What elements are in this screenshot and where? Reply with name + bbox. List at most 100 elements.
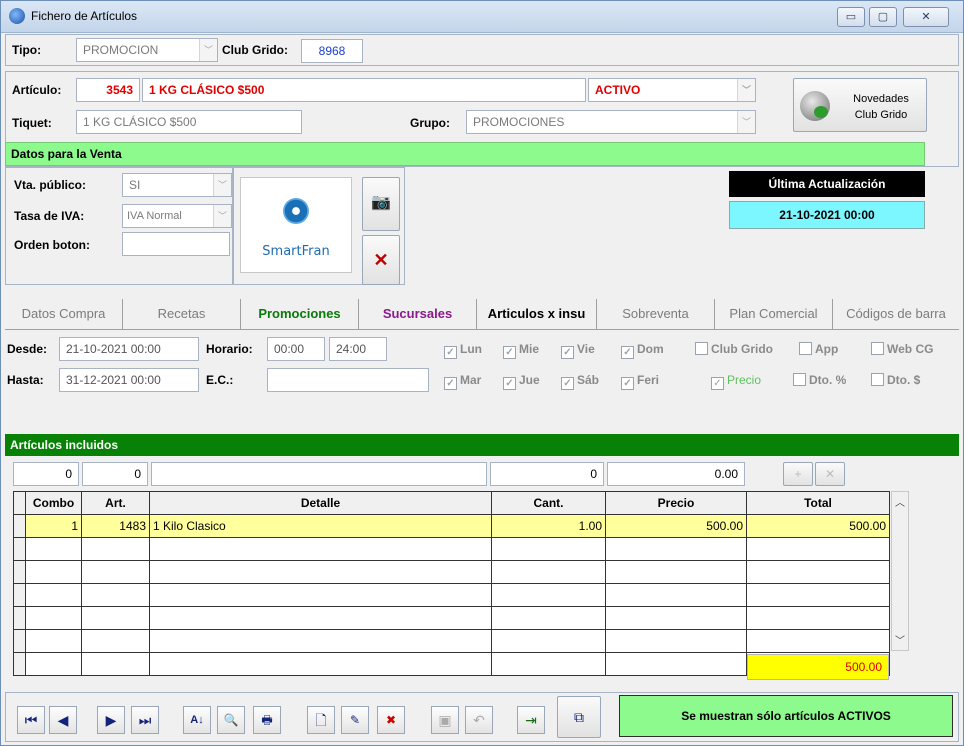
row-indicator[interactable]	[13, 606, 26, 630]
checkbox-club-grido[interactable]: Club Grido	[695, 342, 773, 356]
add-row-button[interactable]: +	[783, 462, 813, 486]
cell-precio[interactable]	[605, 652, 747, 676]
cell-precio[interactable]	[605, 629, 747, 653]
chevron-down-icon[interactable]: ﹀	[199, 39, 217, 61]
delete-image-button[interactable]: ✕	[362, 235, 400, 285]
column-header-total[interactable]: Total	[746, 491, 890, 515]
cell-detalle[interactable]	[149, 606, 492, 630]
cell-combo[interactable]: 1	[25, 514, 82, 538]
cell-combo[interactable]	[25, 629, 82, 653]
tab-sucursales[interactable]: Sucursales	[359, 299, 477, 329]
maximize-button[interactable]: ▢	[869, 7, 897, 27]
cell-cant[interactable]	[491, 583, 606, 607]
checkbox-mar[interactable]: ✓ Mar	[444, 373, 481, 390]
horario-to-field[interactable]: 24:00	[329, 337, 387, 361]
chevron-down-icon[interactable]: ﹀	[895, 632, 905, 647]
cell-cant[interactable]	[491, 537, 606, 561]
cell-art[interactable]	[81, 560, 150, 584]
chevron-down-icon[interactable]: ﹀	[737, 111, 755, 133]
tab-recetas[interactable]: Recetas	[123, 299, 241, 329]
status-select[interactable]: ACTIVO ﹀	[588, 78, 756, 102]
copy-button[interactable]: ⧉	[557, 696, 601, 738]
articulo-code-field[interactable]: 3543	[76, 78, 140, 102]
checkbox-dom[interactable]: ✓ Dom	[621, 342, 664, 359]
tiquet-field[interactable]: 1 KG CLÁSICO $500	[76, 110, 302, 134]
tipo-select[interactable]: PROMOCION ﹀	[76, 38, 218, 62]
chevron-down-icon[interactable]: ﹀	[737, 79, 755, 101]
cell-cant[interactable]	[491, 652, 606, 676]
row-indicator[interactable]	[13, 514, 26, 538]
entry-combo-field[interactable]: 0	[13, 462, 79, 486]
cell-cant[interactable]	[491, 560, 606, 584]
cell-combo[interactable]	[25, 652, 82, 676]
novedades-club-grido-button[interactable]: Novedades Club Grido	[793, 78, 927, 132]
cell-combo[interactable]	[25, 537, 82, 561]
exit-button[interactable]: ⇥	[517, 706, 545, 734]
entry-art-field[interactable]: 0	[82, 462, 148, 486]
cell-combo[interactable]	[25, 583, 82, 607]
cell-cant[interactable]	[491, 606, 606, 630]
tab-codigos-de-barra[interactable]: Códigos de barra	[833, 299, 959, 329]
orden-boton-field[interactable]	[122, 232, 230, 256]
delete-record-button[interactable]: ✖	[377, 706, 405, 734]
checkbox-mie[interactable]: ✓ Mie	[503, 342, 539, 359]
cell-art[interactable]	[81, 583, 150, 607]
desde-field[interactable]: 21-10-2021 00:00	[59, 337, 199, 361]
cell-art[interactable]	[81, 652, 150, 676]
edit-record-button[interactable]: ✎	[341, 706, 369, 734]
chevron-down-icon[interactable]: ﹀	[213, 205, 231, 227]
checkbox-dto-porcentaje[interactable]: Dto. %	[793, 373, 846, 387]
entry-cant-field[interactable]: 0	[490, 462, 604, 486]
cell-precio[interactable]	[605, 583, 747, 607]
vta-publico-select[interactable]: SI ﹀	[122, 173, 232, 197]
grupo-select[interactable]: PROMOCIONES ﹀	[466, 110, 756, 134]
cell-detalle[interactable]: 1 Kilo Clasico	[149, 514, 492, 538]
hasta-field[interactable]: 31-12-2021 00:00	[59, 368, 199, 392]
camera-button[interactable]: 📷	[362, 177, 400, 231]
row-indicator[interactable]	[13, 583, 26, 607]
cell-combo[interactable]	[25, 606, 82, 630]
cell-combo[interactable]	[25, 560, 82, 584]
cell-detalle[interactable]	[149, 629, 492, 653]
tab-sobreventa[interactable]: Sobreventa	[597, 299, 715, 329]
checkbox-sab[interactable]: ✓ Sáb	[561, 373, 599, 390]
column-header-cant[interactable]: Cant.	[491, 491, 606, 515]
row-indicator[interactable]	[13, 537, 26, 561]
table-row[interactable]	[13, 560, 890, 584]
search-button[interactable]: 🔍	[217, 706, 245, 734]
chevron-up-icon[interactable]: ︿	[895, 494, 905, 509]
sort-button[interactable]: A↓	[183, 706, 211, 734]
checkbox-jue[interactable]: ✓ Jue	[503, 373, 540, 390]
save-record-button[interactable]: ▣	[431, 706, 459, 734]
club-field[interactable]: 8968	[301, 39, 363, 63]
column-header-combo[interactable]: Combo	[25, 491, 82, 515]
active-filter-button[interactable]: Se muestran sólo artículos ACTIVOS	[619, 695, 953, 737]
row-indicator[interactable]	[13, 652, 26, 676]
cell-total[interactable]	[746, 629, 890, 653]
tab-datos-compra[interactable]: Datos Compra	[5, 299, 123, 329]
table-row[interactable]	[13, 583, 890, 607]
cell-total[interactable]	[746, 560, 890, 584]
column-header-precio[interactable]: Precio	[605, 491, 747, 515]
cell-precio[interactable]	[605, 537, 747, 561]
tab-promociones[interactable]: Promociones	[241, 299, 359, 329]
tab-articulos-x-insumo[interactable]: Articulos x insu	[477, 299, 597, 329]
entry-detalle-field[interactable]	[151, 462, 487, 486]
table-row[interactable]: 1 1483 1 Kilo Clasico 1.00 500.00 500.00	[13, 514, 890, 538]
entry-precio-field[interactable]: 0.00	[607, 462, 745, 486]
incluidos-table[interactable]: Combo Art. Detalle Cant. Precio Total 1 …	[13, 491, 890, 676]
first-record-button[interactable]: ⏮	[17, 706, 45, 734]
print-button[interactable]: 🖶	[253, 706, 281, 734]
checkbox-web-cg[interactable]: Web CG	[871, 342, 933, 356]
checkbox-precio[interactable]: ✓ Precio	[711, 373, 761, 390]
cell-total[interactable]	[746, 583, 890, 607]
chevron-down-icon[interactable]: ﹀	[213, 174, 231, 196]
cell-art[interactable]	[81, 537, 150, 561]
checkbox-dto-pesos[interactable]: Dto. $	[871, 373, 920, 387]
cell-detalle[interactable]	[149, 583, 492, 607]
table-row[interactable]	[13, 537, 890, 561]
table-scrollbar[interactable]: ︿ ﹀	[891, 491, 909, 651]
cell-total[interactable]	[746, 606, 890, 630]
column-header-art[interactable]: Art.	[81, 491, 150, 515]
cell-detalle[interactable]	[149, 537, 492, 561]
